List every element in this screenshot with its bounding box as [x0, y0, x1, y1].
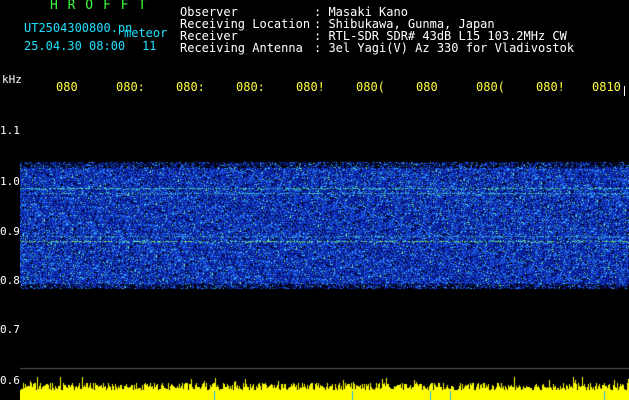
y-tick-label: 1.1: [0, 124, 20, 137]
file-name: UT2504300800.pn: [24, 21, 133, 35]
y-tick-label: 0.8: [0, 274, 20, 287]
y-tick-label: 0.9: [0, 225, 20, 238]
x-tick-label: 080:: [116, 80, 145, 94]
antenna-value: : 3el Yagi(V) Az 330 for Vladivostok: [314, 41, 575, 55]
y-tick-label: 0.7: [0, 323, 20, 336]
timestamp: 25.04.30 08:00: [24, 39, 126, 53]
x-tick-label: 080:: [236, 80, 265, 94]
x-tick-label: 080(: [476, 80, 505, 94]
x-tick-label: 0810: [592, 80, 621, 94]
x-tick-label: 080: [416, 80, 438, 94]
x-tick-label: 080: [56, 80, 78, 94]
x-tick-label: 080:: [176, 80, 205, 94]
meteor-count: 11: [142, 39, 157, 53]
y-tick-label: 0.6: [0, 374, 20, 387]
x-tick-label: 080!: [536, 80, 565, 94]
file-kind: meteor: [124, 26, 168, 40]
x-tick-label: 080!: [296, 80, 325, 94]
y-unit-label: kHz: [2, 73, 22, 86]
x-tick-label: 080(: [356, 80, 385, 94]
y-tick-label: 1.0: [0, 175, 20, 188]
antenna-label: Receiving Antenna: [180, 41, 303, 55]
spectrogram-waterfall: [20, 96, 629, 400]
hrofft-brand: H R O F F T: [50, 0, 148, 13]
